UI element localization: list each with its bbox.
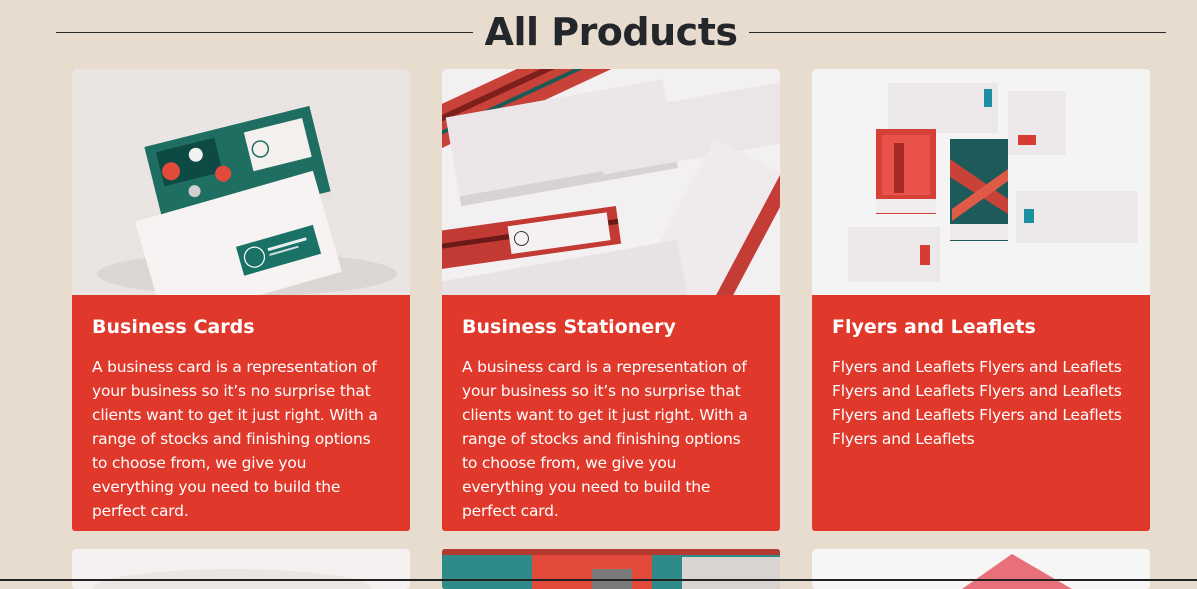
product-card-flyers-leaflets[interactable]: Flyers and Leaflets Flyers and Leaflets …: [812, 69, 1150, 531]
product-card-business-stationery[interactable]: Business Stationery A business card is a…: [442, 69, 780, 531]
product-description: Flyers and Leaflets Flyers and Leaflets …: [832, 358, 1122, 448]
product-description: A business card is a representation of y…: [92, 358, 378, 520]
business-cards-image[interactable]: [72, 69, 410, 295]
section-heading: All Products: [56, 8, 1167, 56]
product-card-partial[interactable]: [812, 549, 1150, 589]
page-title: All Products: [484, 10, 738, 54]
product-grid: Business Cards A business card is a repr…: [72, 69, 1150, 589]
heading-rule-left: [56, 31, 473, 33]
product-title[interactable]: Business Stationery: [462, 315, 760, 339]
heading-rule-right: [749, 31, 1167, 33]
product-card-partial[interactable]: [442, 549, 780, 589]
product-title[interactable]: Business Cards: [92, 315, 390, 339]
product-image-partial[interactable]: [812, 549, 1150, 589]
card-body: Business Cards A business card is a repr…: [72, 295, 410, 531]
flyers-leaflets-image[interactable]: [812, 69, 1150, 295]
product-image-partial[interactable]: [442, 549, 780, 589]
business-stationery-image[interactable]: [442, 69, 780, 295]
product-description: A business card is a representation of y…: [462, 358, 748, 520]
card-body: Flyers and Leaflets Flyers and Leaflets …: [812, 295, 1150, 531]
card-body: Business Stationery A business card is a…: [442, 295, 780, 531]
product-title[interactable]: Flyers and Leaflets: [832, 315, 1130, 339]
product-card-partial[interactable]: [72, 549, 410, 589]
product-image-partial[interactable]: [72, 549, 410, 589]
product-card-business-cards[interactable]: Business Cards A business card is a repr…: [72, 69, 410, 531]
